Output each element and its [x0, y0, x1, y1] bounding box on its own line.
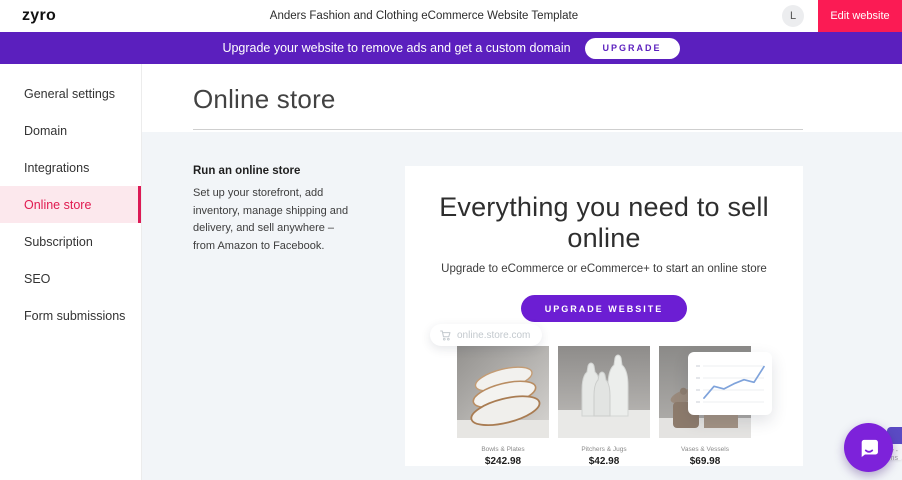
product-name: Bowls & Plates [457, 446, 549, 453]
edit-website-button[interactable]: Edit website [818, 0, 902, 32]
upsell-subheading: Upgrade to eCommerce or eCommerce+ to st… [405, 263, 803, 275]
settings-sidebar: General settings Domain Integrations Onl… [0, 64, 142, 480]
cart-icon [439, 329, 452, 342]
chat-bubble-icon [856, 435, 882, 461]
store-url-pill: online.store.com [430, 324, 542, 346]
product-price: $69.98 [659, 456, 751, 467]
product-image-bowls [457, 346, 549, 438]
upsell-heading: Everything you need to sell online [405, 192, 803, 254]
sidebar-item-form-submissions[interactable]: Form submissions [0, 297, 141, 334]
store-url-text: online.store.com [457, 330, 530, 341]
upgrade-banner-text: Upgrade your website to remove ads and g… [222, 41, 570, 55]
sidebar-item-general-settings[interactable]: General settings [0, 75, 141, 112]
sidebar-item-domain[interactable]: Domain [0, 112, 141, 149]
product-price: $242.98 [457, 456, 549, 467]
product-tile: Pitchers & Jugs $42.98 [558, 346, 650, 467]
mini-chart-line [704, 367, 764, 399]
section-info: Run an online store Set up your storefro… [193, 165, 359, 255]
site-title: Anders Fashion and Clothing eCommerce We… [270, 10, 578, 22]
product-tile: Bowls & Plates $242.98 [457, 346, 549, 467]
top-bar: zyro Anders Fashion and Clothing eCommer… [0, 0, 902, 32]
mini-chart-svg [688, 352, 772, 415]
product-name: Pitchers & Jugs [558, 446, 650, 453]
mini-sales-chart [688, 352, 772, 415]
section-heading: Run an online store [193, 165, 359, 177]
section-description: Set up your storefront, add inventory, m… [193, 185, 359, 255]
settings-body: Run an online store Set up your storefro… [142, 132, 902, 480]
chat-button[interactable] [844, 423, 893, 472]
page-header: Online store [142, 64, 902, 132]
sidebar-item-online-store[interactable]: Online store [0, 186, 141, 223]
upgrade-banner: Upgrade your website to remove ads and g… [0, 32, 902, 64]
upgrade-website-button[interactable]: UPGRADE WEBSITE [521, 295, 688, 322]
product-price: $42.98 [558, 456, 650, 467]
page-title: Online store [142, 64, 902, 115]
product-name: Vases & Vessels [659, 446, 751, 453]
upgrade-banner-button[interactable]: UPGRADE [585, 38, 680, 59]
sidebar-item-subscription[interactable]: Subscription [0, 223, 141, 260]
zyro-logo[interactable]: zyro [22, 7, 56, 25]
topbar-right: L Edit website [782, 0, 902, 32]
sidebar-item-integrations[interactable]: Integrations [0, 149, 141, 186]
upsell-card: Everything you need to sell online Upgra… [405, 166, 803, 466]
main-content: Online store Run an online store Set up … [142, 64, 902, 480]
sidebar-item-seo[interactable]: SEO [0, 260, 141, 297]
product-image-pitchers [558, 346, 650, 438]
user-avatar[interactable]: L [782, 5, 804, 27]
header-divider [193, 129, 803, 130]
